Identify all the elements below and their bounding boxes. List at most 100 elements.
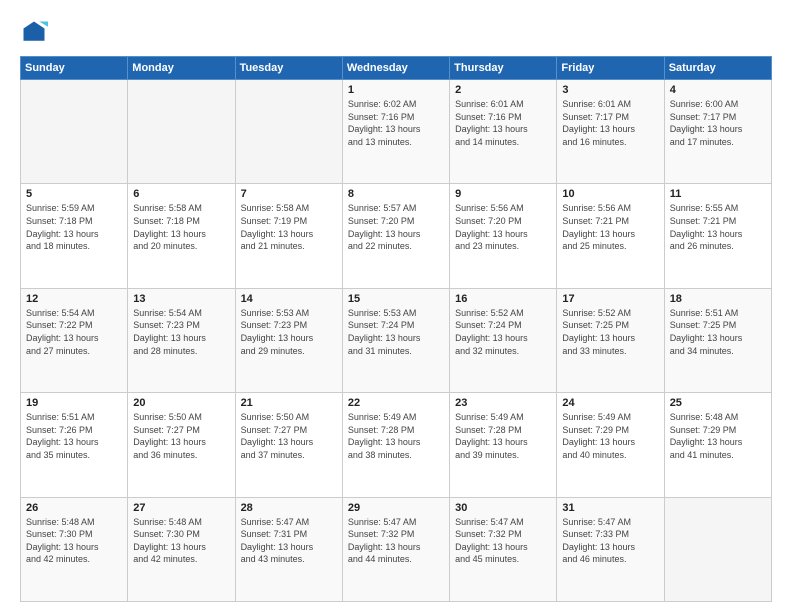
day-cell: 3 Sunrise: 6:01 AM Sunset: 7:17 PM Daylig… — [557, 80, 664, 184]
day-number: 15 — [348, 293, 444, 305]
day-cell: 29 Sunrise: 5:47 AM Sunset: 7:32 PM Dayli… — [342, 497, 449, 601]
day-info: Sunrise: 5:51 AM Sunset: 7:25 PM Dayligh… — [670, 307, 766, 357]
day-cell: 8 Sunrise: 5:57 AM Sunset: 7:20 PM Daylig… — [342, 184, 449, 288]
day-cell: 16 Sunrise: 5:52 AM Sunset: 7:24 PM Dayli… — [450, 288, 557, 392]
week-row-0: 1Sunrise: 6:02 AM Sunset: 7:16 PM Daylig… — [21, 80, 772, 184]
day-info: Sunrise: 5:47 AM Sunset: 7:32 PM Dayligh… — [348, 516, 444, 566]
day-cell: 20 Sunrise: 5:50 AM Sunset: 7:27 PM Dayli… — [128, 393, 235, 497]
weekday-wednesday: Wednesday — [342, 57, 449, 80]
day-cell: 10 Sunrise: 5:56 AM Sunset: 7:21 PM Dayli… — [557, 184, 664, 288]
day-info: Sunrise: 5:53 AM Sunset: 7:23 PM Dayligh… — [241, 307, 337, 357]
day-cell: 6 Sunrise: 5:58 AM Sunset: 7:18 PM Daylig… — [128, 184, 235, 288]
day-info: Sunrise: 6:00 AM Sunset: 7:17 PM Dayligh… — [670, 98, 766, 148]
day-number: 14 — [241, 293, 337, 305]
day-cell — [21, 80, 128, 184]
day-cell: 12 Sunrise: 5:54 AM Sunset: 7:22 PM Dayli… — [21, 288, 128, 392]
day-cell: 18 Sunrise: 5:51 AM Sunset: 7:25 PM Dayli… — [664, 288, 771, 392]
day-info: Sunrise: 5:58 AM Sunset: 7:18 PM Dayligh… — [133, 202, 229, 252]
day-number: 22 — [348, 397, 444, 409]
day-info: Sunrise: 5:47 AM Sunset: 7:32 PM Dayligh… — [455, 516, 551, 566]
day-cell: 24 Sunrise: 5:49 AM Sunset: 7:29 PM Dayli… — [557, 393, 664, 497]
weekday-saturday: Saturday — [664, 57, 771, 80]
day-info: Sunrise: 5:52 AM Sunset: 7:24 PM Dayligh… — [455, 307, 551, 357]
day-number: 7 — [241, 188, 337, 200]
day-number: 29 — [348, 502, 444, 514]
day-cell: 1Sunrise: 6:02 AM Sunset: 7:16 PM Daylig… — [342, 80, 449, 184]
day-cell: 13Sunrise: 5:54 AM Sunset: 7:23 PM Dayli… — [128, 288, 235, 392]
day-info: Sunrise: 5:47 AM Sunset: 7:31 PM Dayligh… — [241, 516, 337, 566]
day-cell: 25Sunrise: 5:48 AM Sunset: 7:29 PM Dayli… — [664, 393, 771, 497]
day-cell: 23 Sunrise: 5:49 AM Sunset: 7:28 PM Dayli… — [450, 393, 557, 497]
day-number: 9 — [455, 188, 551, 200]
calendar-table: SundayMondayTuesdayWednesdayThursdayFrid… — [20, 56, 772, 602]
day-cell — [664, 497, 771, 601]
day-info: Sunrise: 5:57 AM Sunset: 7:20 PM Dayligh… — [348, 202, 444, 252]
day-info: Sunrise: 5:48 AM Sunset: 7:30 PM Dayligh… — [133, 516, 229, 566]
day-cell: 30Sunrise: 5:47 AM Sunset: 7:32 PM Dayli… — [450, 497, 557, 601]
weekday-tuesday: Tuesday — [235, 57, 342, 80]
weekday-thursday: Thursday — [450, 57, 557, 80]
day-info: Sunrise: 5:50 AM Sunset: 7:27 PM Dayligh… — [241, 411, 337, 461]
day-info: Sunrise: 5:49 AM Sunset: 7:29 PM Dayligh… — [562, 411, 658, 461]
day-cell: 17Sunrise: 5:52 AM Sunset: 7:25 PM Dayli… — [557, 288, 664, 392]
day-number: 19 — [26, 397, 122, 409]
day-cell: 27Sunrise: 5:48 AM Sunset: 7:30 PM Dayli… — [128, 497, 235, 601]
day-info: Sunrise: 5:50 AM Sunset: 7:27 PM Dayligh… — [133, 411, 229, 461]
day-info: Sunrise: 5:58 AM Sunset: 7:19 PM Dayligh… — [241, 202, 337, 252]
day-number: 21 — [241, 397, 337, 409]
logo-icon — [20, 18, 48, 46]
day-cell: 7 Sunrise: 5:58 AM Sunset: 7:19 PM Daylig… — [235, 184, 342, 288]
day-cell — [235, 80, 342, 184]
page: SundayMondayTuesdayWednesdayThursdayFrid… — [0, 0, 792, 612]
day-cell: 19 Sunrise: 5:51 AM Sunset: 7:26 PM Dayli… — [21, 393, 128, 497]
day-cell: 31Sunrise: 5:47 AM Sunset: 7:33 PM Dayli… — [557, 497, 664, 601]
week-row-2: 12 Sunrise: 5:54 AM Sunset: 7:22 PM Dayli… — [21, 288, 772, 392]
day-number: 20 — [133, 397, 229, 409]
day-number: 17 — [562, 293, 658, 305]
week-row-1: 5 Sunrise: 5:59 AM Sunset: 7:18 PM Daylig… — [21, 184, 772, 288]
day-number: 6 — [133, 188, 229, 200]
day-info: Sunrise: 5:54 AM Sunset: 7:22 PM Dayligh… — [26, 307, 122, 357]
day-info: Sunrise: 5:49 AM Sunset: 7:28 PM Dayligh… — [348, 411, 444, 461]
day-cell — [128, 80, 235, 184]
day-info: Sunrise: 5:56 AM Sunset: 7:20 PM Dayligh… — [455, 202, 551, 252]
day-cell: 28Sunrise: 5:47 AM Sunset: 7:31 PM Dayli… — [235, 497, 342, 601]
day-number: 4 — [670, 84, 766, 96]
day-cell: 4 Sunrise: 6:00 AM Sunset: 7:17 PM Daylig… — [664, 80, 771, 184]
weekday-monday: Monday — [128, 57, 235, 80]
day-number: 3 — [562, 84, 658, 96]
day-info: Sunrise: 5:51 AM Sunset: 7:26 PM Dayligh… — [26, 411, 122, 461]
day-info: Sunrise: 5:56 AM Sunset: 7:21 PM Dayligh… — [562, 202, 658, 252]
day-cell: 11Sunrise: 5:55 AM Sunset: 7:21 PM Dayli… — [664, 184, 771, 288]
day-cell: 14 Sunrise: 5:53 AM Sunset: 7:23 PM Dayli… — [235, 288, 342, 392]
day-number: 31 — [562, 502, 658, 514]
day-info: Sunrise: 6:01 AM Sunset: 7:17 PM Dayligh… — [562, 98, 658, 148]
day-cell: 22 Sunrise: 5:49 AM Sunset: 7:28 PM Dayli… — [342, 393, 449, 497]
day-cell: 21 Sunrise: 5:50 AM Sunset: 7:27 PM Dayli… — [235, 393, 342, 497]
week-row-4: 26 Sunrise: 5:48 AM Sunset: 7:30 PM Dayli… — [21, 497, 772, 601]
day-info: Sunrise: 5:48 AM Sunset: 7:29 PM Dayligh… — [670, 411, 766, 461]
day-number: 23 — [455, 397, 551, 409]
day-number: 8 — [348, 188, 444, 200]
day-info: Sunrise: 5:49 AM Sunset: 7:28 PM Dayligh… — [455, 411, 551, 461]
day-number: 18 — [670, 293, 766, 305]
week-row-3: 19 Sunrise: 5:51 AM Sunset: 7:26 PM Dayli… — [21, 393, 772, 497]
day-cell: 2Sunrise: 6:01 AM Sunset: 7:16 PM Daylig… — [450, 80, 557, 184]
day-number: 16 — [455, 293, 551, 305]
day-number: 10 — [562, 188, 658, 200]
weekday-sunday: Sunday — [21, 57, 128, 80]
day-cell: 9 Sunrise: 5:56 AM Sunset: 7:20 PM Daylig… — [450, 184, 557, 288]
day-info: Sunrise: 5:59 AM Sunset: 7:18 PM Dayligh… — [26, 202, 122, 252]
logo — [20, 18, 52, 46]
day-number: 2 — [455, 84, 551, 96]
day-number: 26 — [26, 502, 122, 514]
day-number: 12 — [26, 293, 122, 305]
day-number: 5 — [26, 188, 122, 200]
day-cell: 26 Sunrise: 5:48 AM Sunset: 7:30 PM Dayli… — [21, 497, 128, 601]
day-info: Sunrise: 5:48 AM Sunset: 7:30 PM Dayligh… — [26, 516, 122, 566]
day-cell: 5 Sunrise: 5:59 AM Sunset: 7:18 PM Daylig… — [21, 184, 128, 288]
day-number: 11 — [670, 188, 766, 200]
day-number: 1 — [348, 84, 444, 96]
day-number: 24 — [562, 397, 658, 409]
day-info: Sunrise: 5:53 AM Sunset: 7:24 PM Dayligh… — [348, 307, 444, 357]
